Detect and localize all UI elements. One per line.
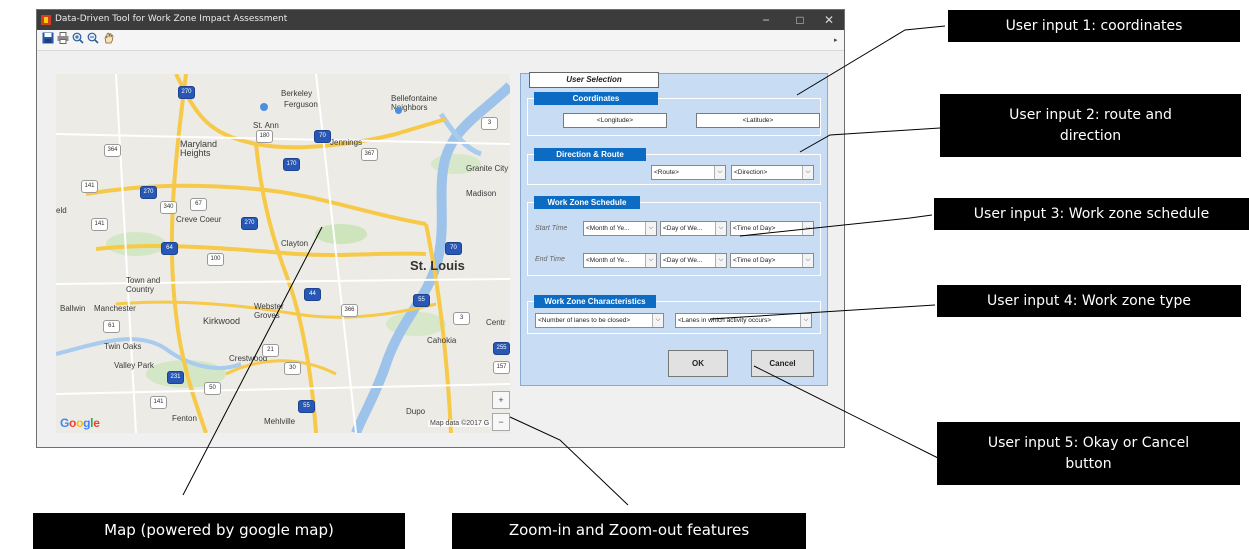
callout-input-4: User input 4: Work zone type	[937, 285, 1241, 317]
callout-input-3: User input 3: Work zone schedule	[934, 198, 1249, 230]
callout-line-3	[739, 214, 933, 237]
callout-zoom: Zoom-in and Zoom-out features	[452, 513, 806, 549]
callout-line-5	[753, 365, 939, 459]
callout-line-2	[799, 127, 941, 153]
callout-line-4	[709, 304, 936, 320]
callout-input-1: User input 1: coordinates	[948, 10, 1240, 42]
callout-line-map	[182, 226, 323, 496]
callout-line-zoom	[509, 416, 629, 506]
callout-input-2: User input 2: route and direction	[940, 94, 1241, 157]
callout-line-1	[796, 25, 946, 96]
callout-map: Map (powered by google map)	[33, 513, 405, 549]
callout-input-5: User input 5: Okay or Cancel button	[937, 422, 1240, 485]
